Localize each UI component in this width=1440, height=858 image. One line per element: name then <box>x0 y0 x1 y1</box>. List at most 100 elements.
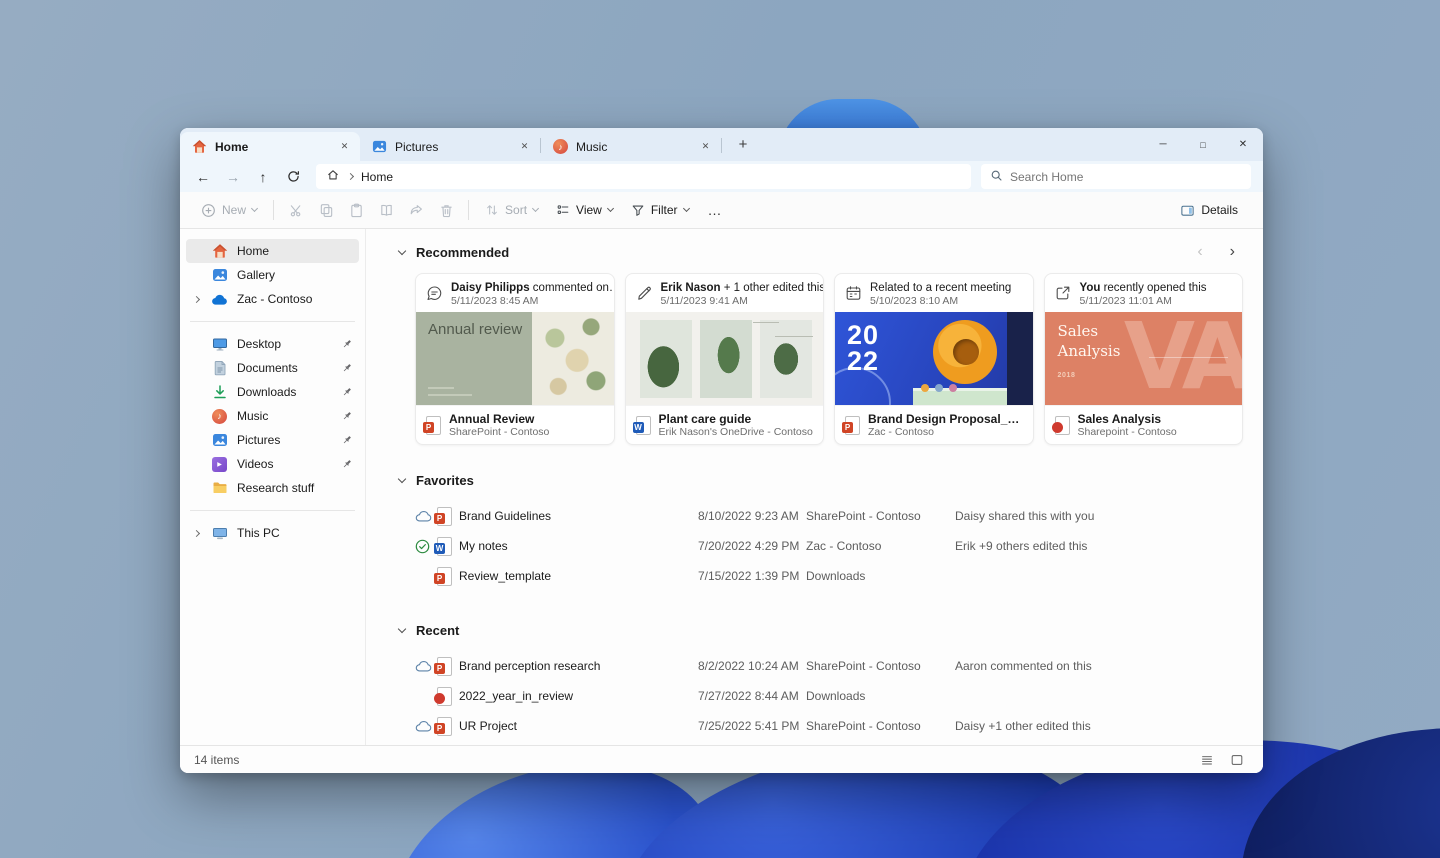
file-date: 7/27/2022 8:44 AM <box>698 689 799 703</box>
carousel-prev-button[interactable]: ‹ <box>1189 244 1210 260</box>
tab-pictures[interactable]: Pictures ✕ <box>360 132 540 161</box>
pin-icon <box>341 458 353 470</box>
card-date: 5/11/2023 8:45 AM <box>451 294 539 307</box>
powerpoint-file-icon: P <box>842 415 860 435</box>
delete-icon[interactable] <box>431 196 461 224</box>
powerpoint-file-icon: P <box>434 656 459 676</box>
close-tab-icon[interactable]: ✕ <box>336 138 353 155</box>
search-input[interactable] <box>1010 169 1242 184</box>
file-row[interactable]: W My notes 7/20/2022 4:29 PM Zac - Conto… <box>399 531 1243 561</box>
sidebar-item-pictures[interactable]: Pictures <box>186 428 359 452</box>
sidebar-item-music[interactable]: ♪ Music <box>186 404 359 428</box>
powerpoint-file-icon: P <box>434 716 459 736</box>
item-count: 14 items <box>194 752 240 767</box>
expand-chevron-icon[interactable] <box>190 295 202 303</box>
card-date: 5/11/2023 11:01 AM <box>1079 294 1172 307</box>
sidebar-item-this-pc[interactable]: This PC <box>186 521 359 545</box>
close-tab-icon[interactable]: ✕ <box>516 138 533 155</box>
file-location: SharePoint - Contoso <box>449 426 550 439</box>
file-explorer-window: Home ✕ Pictures ✕ ♪ Music ✕ + ─ □ ✕ ← → … <box>180 128 1263 773</box>
file-name: UR Project <box>459 719 518 733</box>
tab-home[interactable]: Home ✕ <box>180 132 360 161</box>
share-icon[interactable] <box>401 196 431 224</box>
file-date: 7/15/2022 1:39 PM <box>698 569 800 583</box>
file-row[interactable]: P Brand perception research 8/2/2022 10:… <box>399 651 1243 681</box>
edit-pencil-icon <box>636 285 653 302</box>
pin-icon <box>341 410 353 422</box>
file-location: SharePoint - Contoso <box>806 509 921 523</box>
breadcrumb-home-icon <box>326 168 340 185</box>
recommended-card[interactable]: Related to a recent meeting 5/10/2023 8:… <box>834 273 1034 445</box>
address-bar[interactable]: Home <box>316 164 971 189</box>
new-tab-button[interactable]: + <box>730 132 756 158</box>
refresh-button[interactable] <box>278 164 308 190</box>
sidebar-divider <box>190 510 355 511</box>
collapse-chevron-icon[interactable] <box>397 624 407 633</box>
file-row[interactable]: P Review_template 7/15/2022 1:39 PM Down… <box>399 561 1243 591</box>
file-name: Brand Design Proposal_v2022 <box>868 411 1023 426</box>
sidebar-item-gallery[interactable]: Gallery <box>186 263 359 287</box>
file-name: Plant care guide <box>658 411 752 426</box>
card-activity: Daisy Philipps commented on… <box>451 281 615 294</box>
word-file-icon: W <box>434 536 459 556</box>
details-view-icon[interactable] <box>1195 749 1219 771</box>
recommended-card[interactable]: You recently opened this 5/11/2023 11:01… <box>1043 273 1243 445</box>
collapse-chevron-icon[interactable] <box>397 246 407 255</box>
videos-icon: ▶ <box>211 456 228 472</box>
recommended-card[interactable]: Erik Nason + 1 other edited this 5/11/20… <box>624 273 824 445</box>
file-thumbnail: VA Sales Analysis 2018 <box>1044 312 1242 405</box>
close-window-button[interactable]: ✕ <box>1223 128 1263 161</box>
large-thumbnails-view-icon[interactable] <box>1225 749 1249 771</box>
open-external-icon <box>1055 285 1072 302</box>
details-pane-button[interactable]: Details <box>1171 196 1247 224</box>
new-button[interactable]: New <box>192 196 266 224</box>
tab-label: Music <box>576 139 608 154</box>
music-icon: ♪ <box>553 139 568 154</box>
maximize-button[interactable]: □ <box>1183 128 1223 161</box>
forward-button[interactable]: → <box>218 164 248 190</box>
pictures-icon <box>211 432 228 448</box>
search-box[interactable] <box>981 164 1251 189</box>
breadcrumb[interactable]: Home <box>361 170 393 184</box>
back-button[interactable]: ← <box>188 164 218 190</box>
sidebar-item-downloads[interactable]: Downloads <box>186 380 359 404</box>
tab-music[interactable]: ♪ Music ✕ <box>541 132 721 161</box>
sidebar-item-onedrive[interactable]: Zac - Contoso <box>186 287 359 311</box>
sidebar-item-documents[interactable]: Documents <box>186 356 359 380</box>
recommended-card[interactable]: Daisy Philipps commented on… 5/11/2023 8… <box>415 273 615 445</box>
file-row[interactable]: 2022_year_in_review 7/27/2022 8:44 AM Do… <box>399 681 1243 711</box>
file-activity: Erik +9 others edited this <box>955 539 1088 553</box>
sort-button[interactable]: Sort <box>476 196 547 224</box>
view-button[interactable]: View <box>547 196 622 224</box>
filter-button[interactable]: Filter <box>622 196 698 224</box>
file-row[interactable]: P Brand Guidelines 8/10/2022 9:23 AM Sha… <box>399 501 1243 531</box>
copy-icon[interactable] <box>311 196 341 224</box>
file-location: Downloads <box>806 569 866 583</box>
window-controls: ─ □ ✕ <box>1143 128 1263 161</box>
rename-icon[interactable] <box>371 196 401 224</box>
more-options-button[interactable]: … <box>698 202 733 218</box>
desktop-wallpaper: Home ✕ Pictures ✕ ♪ Music ✕ + ─ □ ✕ ← → … <box>0 0 1440 858</box>
file-row[interactable]: P UR Project 7/25/2022 5:41 PM SharePoin… <box>399 711 1243 741</box>
paste-icon[interactable] <box>341 196 371 224</box>
expand-chevron-icon[interactable] <box>190 529 202 537</box>
sidebar-item-home[interactable]: Home <box>186 239 359 263</box>
favorites-list: P Brand Guidelines 8/10/2022 9:23 AM Sha… <box>399 501 1243 591</box>
navigation-bar: ← → ↑ Home <box>180 161 1263 192</box>
collapse-chevron-icon[interactable] <box>397 474 407 483</box>
sidebar-item-desktop[interactable]: Desktop <box>186 332 359 356</box>
file-location: Downloads <box>806 689 866 703</box>
calendar-icon <box>845 285 862 302</box>
sidebar-item-research-stuff[interactable]: Research stuff <box>186 476 359 500</box>
cut-icon[interactable] <box>281 196 311 224</box>
home-icon <box>192 139 207 154</box>
close-tab-icon[interactable]: ✕ <box>697 138 714 155</box>
pin-icon <box>341 362 353 374</box>
carousel-next-button[interactable]: › <box>1222 244 1243 260</box>
minimize-button[interactable]: ─ <box>1143 128 1183 161</box>
sidebar-item-videos[interactable]: ▶ Videos <box>186 452 359 476</box>
status-bar: 14 items <box>180 745 1263 773</box>
file-activity: Daisy +1 other edited this <box>955 719 1091 733</box>
up-button[interactable]: ↑ <box>248 164 278 190</box>
recent-section-header: Recent <box>397 621 1243 639</box>
